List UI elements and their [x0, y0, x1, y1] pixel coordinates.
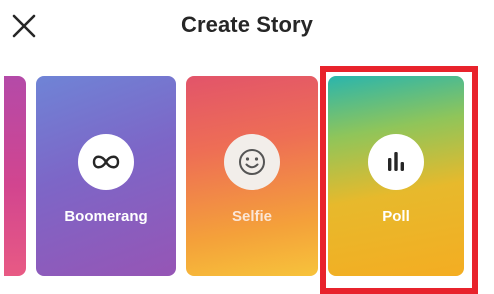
story-card-selfie[interactable]: Selfie — [186, 76, 318, 276]
smiley-face-icon — [239, 149, 265, 175]
story-card-partial[interactable] — [4, 76, 26, 276]
boomerang-label: Boomerang — [64, 208, 148, 225]
poll-label: Poll — [382, 208, 410, 225]
page-title: Create Story — [180, 12, 314, 37]
bar-chart-icon — [388, 152, 404, 171]
poll-icon-circle — [368, 134, 424, 190]
story-card-poll[interactable]: Poll — [328, 76, 464, 276]
story-card-boomerang[interactable]: Boomerang — [36, 76, 176, 276]
header: Create Story — [0, 0, 494, 56]
infinity-icon — [92, 155, 120, 169]
story-type-carousel: Boomerang Selfie Poll — [0, 66, 494, 294]
selfie-label: Selfie — [231, 208, 273, 225]
selfie-icon-circle — [224, 134, 280, 190]
boomerang-icon-circle — [78, 134, 134, 190]
